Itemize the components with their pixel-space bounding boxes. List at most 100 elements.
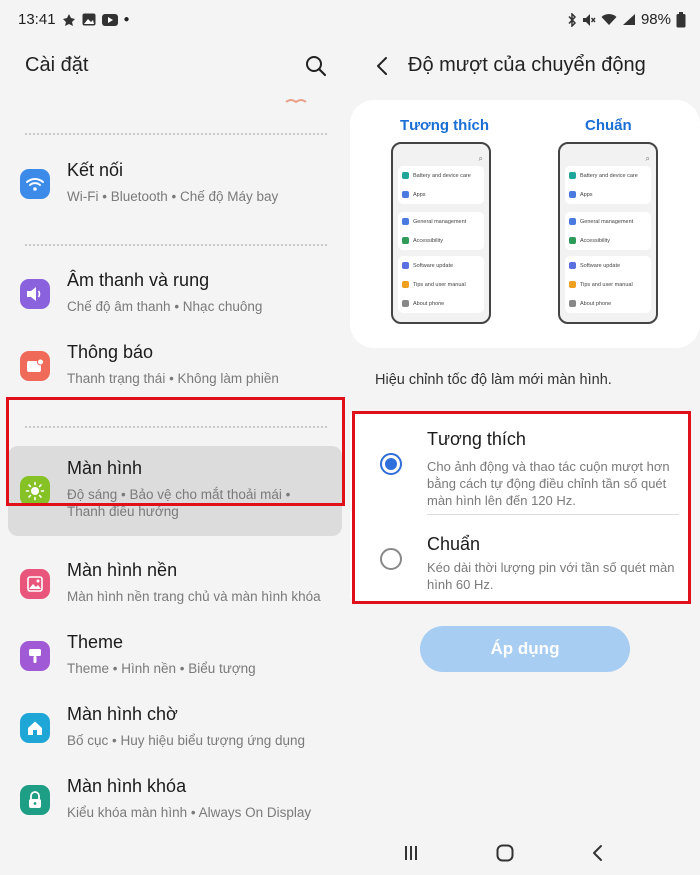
accessibility-icon bbox=[569, 237, 576, 244]
highlight-box-options bbox=[352, 411, 691, 604]
preview-row: Accessibility bbox=[398, 231, 484, 250]
software-update-icon bbox=[569, 262, 576, 269]
item-title: Theme bbox=[67, 632, 124, 652]
item-subtitle: Theme • Hình nền • Biểu tượng bbox=[67, 661, 256, 676]
settings-item-sound[interactable]: Âm thanh và rung Chế độ âm thanh • Nhạc … bbox=[8, 258, 342, 330]
settings-item-theme[interactable]: Theme Theme • Hình nền • Biểu tượng bbox=[8, 620, 342, 692]
preview-group: General management Accessibility bbox=[398, 212, 484, 250]
lock-icon bbox=[20, 785, 50, 815]
preview-row-label: General management bbox=[413, 218, 467, 225]
settings-item-notifications[interactable]: Thông báo Thanh trạng thái • Không làm p… bbox=[8, 330, 342, 402]
item-title: Màn hình chờ bbox=[67, 704, 178, 724]
preview-row-label: Battery and device care bbox=[413, 172, 471, 179]
mute-icon bbox=[582, 13, 596, 26]
apps-icon bbox=[569, 191, 576, 198]
preview-row: About phone bbox=[565, 294, 651, 313]
navigation-bar bbox=[0, 835, 700, 875]
software-update-icon bbox=[402, 262, 409, 269]
preview-group: Battery and device care Apps bbox=[565, 166, 651, 204]
search-icon: ⌕ bbox=[478, 154, 483, 163]
notification-icon bbox=[20, 351, 50, 381]
youtube-icon bbox=[101, 13, 118, 26]
tips-icon bbox=[402, 281, 409, 288]
theme-icon bbox=[20, 641, 50, 671]
tips-icon bbox=[569, 281, 576, 288]
preview-row-label: Battery and device care bbox=[580, 172, 638, 179]
home-button[interactable] bbox=[491, 839, 519, 867]
preview-label-standard: Chuẩn bbox=[585, 117, 632, 134]
item-title: Âm thanh và rung bbox=[67, 270, 210, 290]
preview-row-label: Accessibility bbox=[413, 237, 443, 244]
wifi-icon bbox=[601, 14, 617, 25]
preview-row: Accessibility bbox=[565, 231, 651, 250]
item-subtitle: Chế độ âm thanh • Nhạc chuông bbox=[67, 299, 263, 314]
item-subtitle: Wi-Fi • Bluetooth • Chế độ Máy bay bbox=[67, 189, 279, 204]
preview-row-label: Software update bbox=[413, 262, 454, 269]
apps-icon bbox=[402, 191, 409, 198]
status-bar: 13:41 ● 98% bbox=[0, 0, 700, 40]
general-management-icon bbox=[569, 218, 576, 225]
battery-level: 98% bbox=[640, 11, 671, 28]
search-button[interactable] bbox=[302, 52, 330, 80]
item-title: Màn hình nền bbox=[67, 560, 178, 580]
preview-row-label: About phone bbox=[413, 300, 445, 307]
item-title: Màn hình khóa bbox=[67, 776, 187, 796]
home-screen-icon bbox=[20, 713, 50, 743]
preview-group: General management Accessibility bbox=[565, 212, 651, 250]
settings-item-lock-screen[interactable]: Màn hình khóa Kiểu khóa màn hình • Alway… bbox=[8, 764, 342, 836]
recents-button[interactable] bbox=[397, 839, 425, 867]
settings-item-connections[interactable]: Kết nối Wi-Fi • Bluetooth • Chế độ Máy b… bbox=[8, 148, 342, 220]
item-subtitle: Thanh trạng thái • Không làm phiền bbox=[67, 371, 279, 386]
highlight-box-display bbox=[6, 397, 345, 506]
search-icon: ⌕ bbox=[645, 154, 650, 163]
status-right: 98% bbox=[567, 11, 686, 28]
preview-label-adaptive: Tương thích bbox=[400, 117, 490, 134]
preview-row-label: About phone bbox=[580, 300, 612, 307]
preview-row-label: Accessibility bbox=[580, 237, 610, 244]
settings-item-home-screen[interactable]: Màn hình chờ Bố cục • Huy hiệu biểu tượn… bbox=[8, 692, 342, 764]
recents-icon bbox=[405, 846, 417, 860]
battery-icon bbox=[676, 11, 686, 27]
divider bbox=[25, 133, 327, 135]
dot-icon: ● bbox=[123, 14, 130, 25]
phone-preview-standard: ⌕ Battery and device care Apps General m… bbox=[558, 142, 658, 324]
preview-row-label: Apps bbox=[580, 191, 593, 198]
nav-back-button[interactable] bbox=[584, 839, 612, 867]
bluetooth-icon bbox=[568, 12, 577, 27]
preview-row-label: Tips and user manual bbox=[413, 281, 466, 288]
back-button[interactable] bbox=[372, 54, 394, 78]
volume-icon bbox=[20, 279, 50, 309]
gallery-icon bbox=[82, 13, 96, 26]
home-icon bbox=[496, 844, 514, 862]
preview-row: Apps bbox=[565, 185, 651, 204]
battery-icon bbox=[569, 172, 576, 179]
item-subtitle: Kiểu khóa màn hình • Always On Display bbox=[67, 805, 312, 820]
preview-row: General management bbox=[398, 212, 484, 231]
settings-item-wallpaper[interactable]: Màn hình nền Màn hình nền trang chủ và m… bbox=[8, 548, 342, 620]
refresh-rate-description: Hiệu chỉnh tốc độ làm mới màn hình. bbox=[375, 372, 612, 388]
signal-icon bbox=[622, 14, 635, 25]
preview-row: Battery and device care bbox=[565, 166, 651, 185]
back-icon bbox=[593, 845, 602, 861]
preview-row: About phone bbox=[398, 294, 484, 313]
item-subtitle: Bố cục • Huy hiệu biểu tượng ứng dụng bbox=[67, 733, 306, 748]
battery-icon bbox=[402, 172, 409, 179]
search-icon bbox=[306, 56, 327, 77]
preview-group: Software update Tips and user manual Abo… bbox=[398, 256, 484, 313]
wifi-icon bbox=[20, 169, 50, 199]
about-phone-icon bbox=[402, 300, 409, 307]
accessibility-icon bbox=[402, 237, 409, 244]
activity-icon bbox=[62, 13, 75, 26]
preview-card: Tương thích Chuẩn ⌕ Battery and device c… bbox=[350, 100, 700, 348]
account-peek-icon bbox=[285, 99, 307, 104]
preview-row-label: General management bbox=[580, 218, 634, 225]
apply-button[interactable]: Áp dụng bbox=[420, 626, 630, 672]
wallpaper-icon bbox=[20, 569, 50, 599]
preview-row: Tips and user manual bbox=[398, 275, 484, 294]
preview-row: Software update bbox=[398, 256, 484, 275]
preview-row: Apps bbox=[398, 185, 484, 204]
general-management-icon bbox=[402, 218, 409, 225]
preview-row-label: Apps bbox=[413, 191, 426, 198]
page-title: Cài đặt bbox=[25, 54, 89, 76]
preview-group: Software update Tips and user manual Abo… bbox=[565, 256, 651, 313]
